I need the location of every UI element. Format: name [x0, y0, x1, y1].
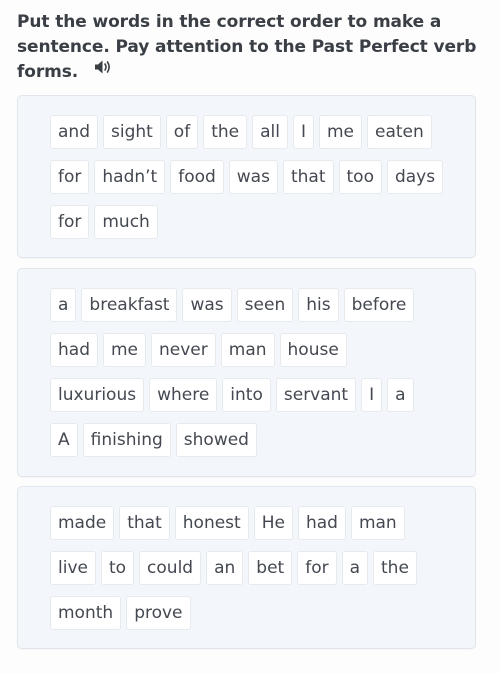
word-tiles-1: and sight of the all Ime eaten for hadn’t food was…: [50, 115, 445, 239]
word-tile[interactable]: into: [222, 378, 271, 412]
word-tile[interactable]: a: [341, 551, 369, 585]
word-tile[interactable]: was: [228, 160, 278, 194]
word-tile[interactable]: me: [102, 333, 147, 367]
word-tiles-2: a breakfast was seen his before had me never man h…: [50, 288, 445, 457]
word-tile[interactable]: eaten: [367, 115, 432, 149]
word-tile[interactable]: had: [50, 333, 98, 367]
word-tile[interactable]: an: [206, 551, 244, 585]
word-tile[interactable]: and: [50, 115, 98, 149]
word-tile[interactable]: honest: [174, 506, 249, 540]
instructions-text: Put the words in the correct order to ma…: [17, 12, 477, 82]
word-tile[interactable]: to: [100, 551, 135, 585]
word-tile[interactable]: for: [50, 160, 90, 194]
word-bank-panel-3: made that honest He had man live to could an bet fo…: [17, 486, 476, 649]
word-tile[interactable]: could: [139, 551, 202, 585]
word-tile[interactable]: that: [119, 506, 170, 540]
word-tile[interactable]: made: [50, 506, 115, 540]
word-tile[interactable]: food: [170, 160, 224, 194]
word-tile[interactable]: a: [50, 288, 77, 322]
word-tile[interactable]: man: [350, 506, 405, 540]
word-tile[interactable]: never: [151, 333, 216, 367]
word-tiles-3: made that honest He had man live to could an bet fo…: [50, 506, 445, 630]
word-tile[interactable]: man: [220, 333, 275, 367]
word-tile[interactable]: showed: [175, 423, 257, 457]
word-tile[interactable]: live: [50, 551, 96, 585]
word-tile[interactable]: month: [50, 596, 122, 630]
word-tile[interactable]: bet: [248, 551, 293, 585]
word-tile[interactable]: I: [361, 378, 383, 412]
word-tile[interactable]: for: [50, 205, 90, 239]
word-tile[interactable]: hadn’t: [94, 160, 166, 194]
word-tile[interactable]: breakfast: [81, 288, 178, 322]
word-tile[interactable]: He: [253, 506, 293, 540]
word-tile[interactable]: days: [386, 160, 444, 194]
word-tile[interactable]: the: [203, 115, 248, 149]
word-tile[interactable]: finishing: [82, 423, 171, 457]
word-tile[interactable]: was: [182, 288, 232, 322]
word-bank-panel-2: a breakfast was seen his before had me never man h…: [17, 268, 476, 477]
word-tile[interactable]: for: [297, 551, 337, 585]
word-tile[interactable]: all: [252, 115, 288, 149]
word-tile[interactable]: that: [282, 160, 334, 194]
word-bank-panel-1: and sight of the all Ime eaten for hadn’t food was…: [17, 95, 476, 258]
word-tile[interactable]: the: [373, 551, 417, 585]
word-tile[interactable]: house: [279, 333, 347, 367]
word-tile[interactable]: luxurious: [50, 378, 145, 412]
word-tile[interactable]: A: [50, 423, 78, 457]
word-tile[interactable]: prove: [126, 596, 191, 630]
word-tile[interactable]: his: [298, 288, 339, 322]
word-tile[interactable]: a: [387, 378, 414, 412]
speaker-icon[interactable]: [94, 58, 112, 83]
instructions-heading: Put the words in the correct order to ma…: [17, 10, 487, 85]
word-tile[interactable]: seen: [236, 288, 294, 322]
word-tile[interactable]: where: [149, 378, 218, 412]
word-tile[interactable]: sight: [102, 115, 161, 149]
word-tile[interactable]: much: [94, 205, 158, 239]
word-tile[interactable]: of: [165, 115, 199, 149]
word-tile[interactable]: I: [292, 115, 314, 149]
word-tile[interactable]: me: [318, 115, 363, 149]
word-tile[interactable]: had: [297, 506, 346, 540]
word-tile[interactable]: before: [343, 288, 415, 322]
word-tile[interactable]: too: [338, 160, 382, 194]
word-tile[interactable]: servant: [275, 378, 357, 412]
